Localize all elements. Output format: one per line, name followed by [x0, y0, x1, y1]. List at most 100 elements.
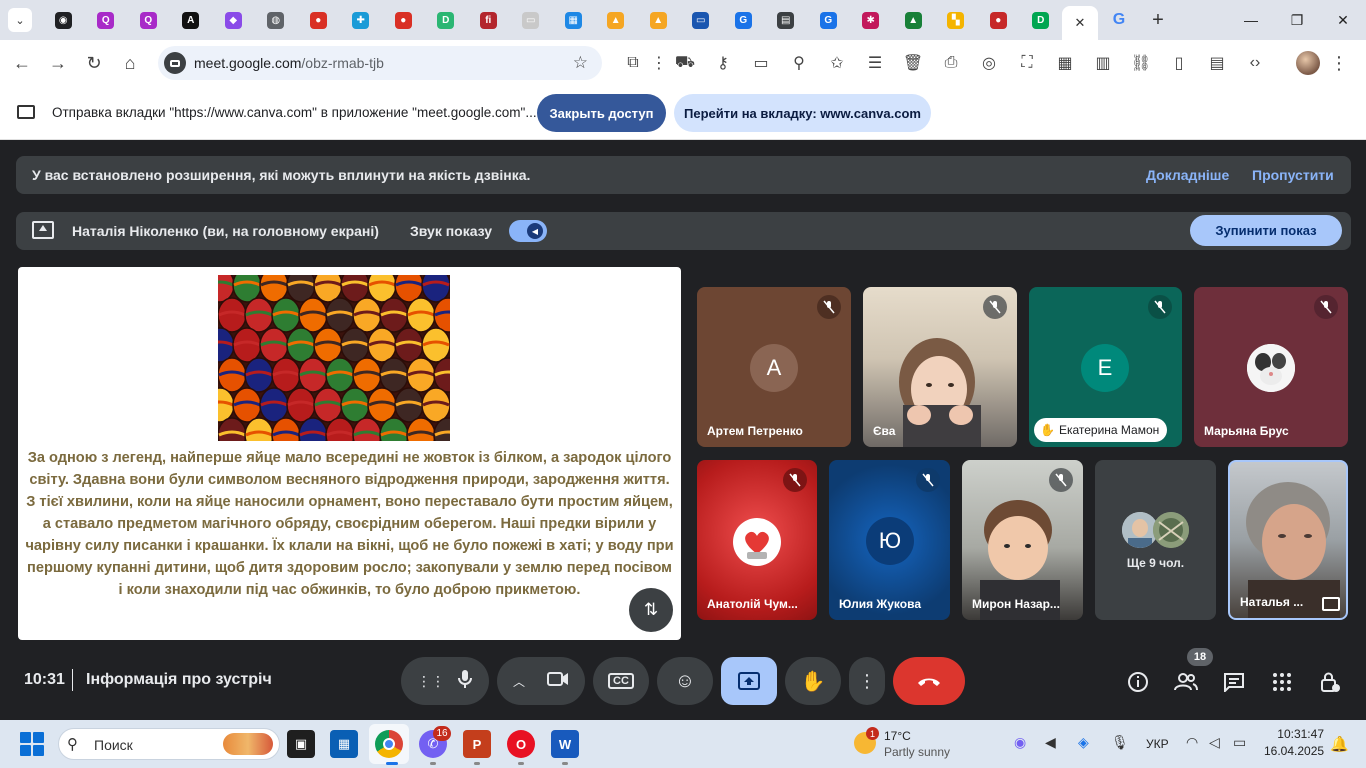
participant-tile[interactable]: Ю Юлия Жукова — [829, 460, 950, 620]
system-time[interactable]: 10:31:47 — [1270, 727, 1324, 741]
print-icon[interactable]: ⎙ — [932, 40, 970, 86]
restore-icon[interactable]: ❐ — [1274, 0, 1320, 40]
self-view-tile[interactable]: Наталья ... — [1228, 460, 1348, 620]
taskbar-search[interactable]: ⚲ Поиск — [58, 728, 280, 760]
code-icon[interactable]: ‹› — [1236, 40, 1274, 86]
star-list-icon[interactable]: ✩ — [818, 40, 856, 86]
browser-tab[interactable]: G — [807, 0, 850, 40]
swap-layout-icon[interactable]: ⇅ — [629, 588, 673, 632]
browser-tab[interactable]: Q — [85, 0, 128, 40]
browser-tab[interactable]: ▲ — [595, 0, 638, 40]
system-date[interactable]: 16.04.2025 — [1264, 744, 1324, 758]
url-text[interactable]: meet.google.com/obz-rmab-tjb — [194, 55, 384, 71]
extensions-puzzle-icon[interactable]: ⧉ — [614, 40, 652, 86]
tab-search-chevron-icon[interactable]: ⌄ — [8, 8, 32, 32]
browser-tab[interactable]: ▲ — [637, 0, 680, 40]
browser-tab[interactable]: ▭ — [510, 0, 553, 40]
share-sound-toggle[interactable]: ◀ — [509, 220, 547, 242]
profile-avatar[interactable] — [1296, 51, 1320, 75]
close-window-icon[interactable]: ✕ — [1320, 0, 1366, 40]
audio-levels-icon[interactable]: ⋮⋮ — [417, 673, 445, 690]
participant-tile[interactable]: A Артем Петренко — [697, 287, 851, 447]
qr-code-icon[interactable]: ▦ — [1046, 40, 1084, 86]
participant-tile[interactable]: Мирон Назар... — [962, 460, 1083, 620]
skip-link[interactable]: Пропустити — [1252, 167, 1334, 183]
browser-tab[interactable]: ◍ — [255, 0, 298, 40]
input-language[interactable]: УКР — [1146, 737, 1169, 751]
browser-tab[interactable]: ▤ — [765, 0, 808, 40]
back-arrow-icon[interactable]: ← — [4, 45, 40, 81]
participant-tile[interactable]: Анатолій Чум... — [697, 460, 817, 620]
wifi-icon[interactable]: ◠ — [1186, 734, 1198, 751]
chat-icon[interactable] — [1220, 668, 1248, 696]
activities-icon[interactable] — [1268, 668, 1296, 696]
go-to-tab-button[interactable]: Перейти на вкладку: www.canva.com — [674, 94, 931, 132]
translate-icon[interactable]: ⛶ — [1008, 40, 1046, 86]
link-icon[interactable]: ⛓ — [1122, 40, 1160, 86]
stop-access-button[interactable]: Закрыть доступ — [537, 94, 666, 132]
people-icon[interactable] — [1172, 668, 1200, 696]
chrome-icon[interactable] — [375, 730, 403, 758]
reactions-button[interactable]: ☺ — [657, 657, 713, 705]
participant-tile[interactable]: Єва — [863, 287, 1017, 447]
more-options-button[interactable]: ⋮ — [849, 657, 885, 705]
viber-tray-icon[interactable]: ◉ — [1014, 734, 1026, 751]
camera-icon[interactable] — [547, 671, 569, 692]
microphone-tray-icon[interactable]: 🎙 — [1111, 734, 1129, 751]
host-controls-icon[interactable] — [1316, 668, 1344, 696]
browser-tab[interactable]: D — [425, 0, 468, 40]
key-icon[interactable]: ⚷ — [704, 40, 742, 86]
forward-arrow-icon[interactable]: → — [40, 45, 76, 81]
car-icon[interactable]: ⛟ — [666, 40, 704, 86]
browser-tab[interactable]: fi — [467, 0, 510, 40]
stop-sharing-button[interactable]: Зупинити показ — [1190, 215, 1342, 246]
leave-call-button[interactable] — [893, 657, 965, 705]
windows-start-icon[interactable] — [20, 732, 44, 756]
reload-icon[interactable]: ↻ — [76, 45, 112, 81]
raise-hand-button[interactable]: ✋ — [785, 657, 841, 705]
powerpoint-icon[interactable]: P — [463, 730, 491, 758]
browser-menu-icon[interactable]: ⋮ — [1330, 53, 1348, 74]
browser-tab[interactable]: ▦ — [552, 0, 595, 40]
devices-icon[interactable]: ▯ — [1160, 40, 1198, 86]
reader-icon[interactable]: ☰ — [856, 40, 894, 86]
more-participants-tile[interactable]: Ще 9 чол. — [1095, 460, 1216, 620]
trash-icon[interactable]: 🗑 — [894, 40, 932, 86]
word-icon[interactable]: W — [551, 730, 579, 758]
info-icon[interactable] — [1124, 668, 1152, 696]
camera-site-icon[interactable] — [164, 52, 186, 74]
browser-tab[interactable]: ▭ — [680, 0, 723, 40]
browser-tab[interactable]: ▲ — [892, 0, 935, 40]
captions-button[interactable]: CC — [593, 657, 649, 705]
home-icon[interactable]: ⌂ — [112, 45, 148, 81]
google-tab[interactable]: G — [1098, 11, 1140, 29]
browser-tab[interactable]: ● — [382, 0, 425, 40]
volume-tray-icon[interactable]: ◀ — [1045, 734, 1056, 751]
browser-tab[interactable]: G — [722, 0, 765, 40]
active-tab[interactable]: ✕ — [1062, 6, 1098, 40]
browser-tab[interactable]: Q — [127, 0, 170, 40]
learn-more-link[interactable]: Докладніше — [1146, 167, 1229, 183]
browser-tab[interactable]: ✚ — [340, 0, 383, 40]
browser-tab[interactable]: ◆ — [212, 0, 255, 40]
browser-tab[interactable]: ● — [297, 0, 340, 40]
pin-self-view-icon[interactable] — [1322, 597, 1340, 611]
new-tab-button[interactable]: + — [1140, 9, 1176, 32]
participant-tile[interactable]: Марьяна Брус — [1194, 287, 1348, 447]
location-pin-icon[interactable]: ⚲ — [780, 40, 818, 86]
meeting-info-link[interactable]: Інформація про зустріч — [86, 671, 272, 689]
minimize-icon[interactable]: — — [1228, 0, 1274, 40]
browser-tab[interactable]: ◉ — [42, 0, 85, 40]
microphone-icon[interactable] — [457, 669, 473, 694]
browser-tab[interactable]: ● — [977, 0, 1020, 40]
participant-tile[interactable]: E ✋ Екатерина Мамон — [1029, 287, 1182, 447]
opera-icon[interactable]: O — [507, 730, 535, 758]
reading-mode-icon[interactable]: ▥ — [1084, 40, 1122, 86]
browser-tab[interactable]: ▚ — [935, 0, 978, 40]
security-tray-icon[interactable]: ◈ — [1078, 734, 1089, 751]
browser-tab[interactable]: A — [170, 0, 213, 40]
bookmark-star-icon[interactable]: ☆ — [573, 53, 588, 73]
address-bar[interactable]: meet.google.com/obz-rmab-tjb ☆ — [158, 46, 602, 80]
chevron-up-icon[interactable]: ︿ — [513, 673, 525, 690]
notifications-bell-icon[interactable]: 🔔 — [1330, 735, 1349, 753]
